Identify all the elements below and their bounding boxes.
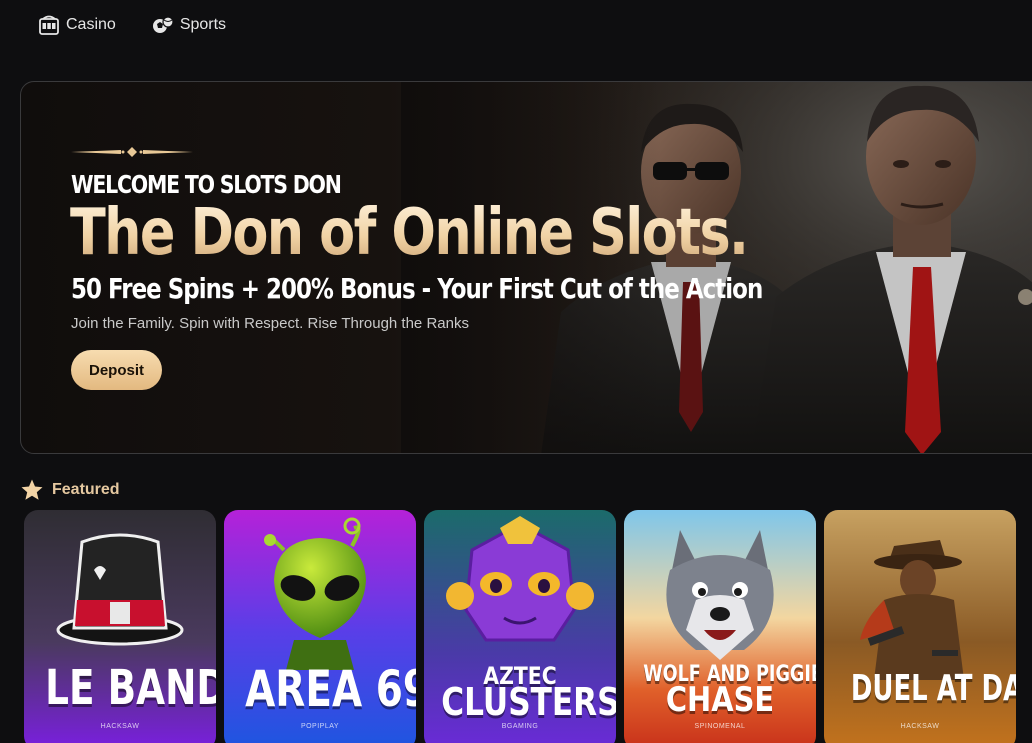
hero-banner: WELCOME TO SLOTS DON The Don of Online S…	[20, 81, 1032, 454]
game-title: AREA 69	[245, 660, 416, 718]
game-title: LE BANDIT	[45, 660, 216, 716]
game-card-aztec-clusters[interactable]: AZTEC CLUSTERS BGAMING	[424, 510, 616, 743]
deposit-button[interactable]: Deposit	[71, 350, 162, 390]
sports-balls-icon	[152, 16, 174, 33]
game-provider: HACKSAW	[100, 723, 140, 730]
nav-item-sports-label: Sports	[179, 16, 227, 33]
game-title: DUEL AT DAWN	[850, 668, 1016, 709]
featured-section-header: Featured	[20, 478, 120, 502]
game-provider: SPINOMENAL	[694, 723, 746, 730]
nav-item-sports[interactable]: Sports	[152, 14, 226, 36]
game-title-line2: CHASE	[665, 680, 775, 720]
star-icon	[21, 479, 43, 500]
hero-tagline: Join the Family. Spin with Respect. Rise…	[71, 315, 469, 332]
game-title-line2: CLUSTERS	[441, 680, 616, 724]
game-provider: HACKSAW	[900, 723, 940, 730]
slot-machine-icon	[39, 15, 59, 35]
hero-title: The Don of Online Slots.	[70, 196, 749, 270]
nav-item-casino[interactable]: Casino	[38, 14, 116, 36]
game-card-duel-at-dawn[interactable]: DUEL AT DAWN HACKSAW	[824, 510, 1016, 743]
game-card-wolf-and-piggies-chase[interactable]: WOLF AND PIGGIES CHASE SPINOMENAL	[624, 510, 816, 743]
game-provider: POPIPLAY	[300, 723, 340, 730]
top-nav: Casino Sports	[0, 0, 1032, 50]
game-card-area-69[interactable]: AREA 69 POPIPLAY	[224, 510, 416, 743]
featured-heading: Featured	[52, 481, 120, 498]
featured-games-row: LE BANDIT HACKSAW	[24, 510, 1032, 743]
game-provider: BGAMING	[501, 723, 539, 730]
hero-bonus-offer: 50 Free Spins + 200% Bonus - Your First …	[71, 272, 763, 305]
game-card-le-bandit[interactable]: LE BANDIT HACKSAW	[24, 510, 216, 743]
hero-eyebrow: WELCOME TO SLOTS DON	[71, 170, 342, 199]
nav-item-casino-label: Casino	[66, 16, 116, 33]
gold-ornament-divider	[71, 147, 193, 157]
